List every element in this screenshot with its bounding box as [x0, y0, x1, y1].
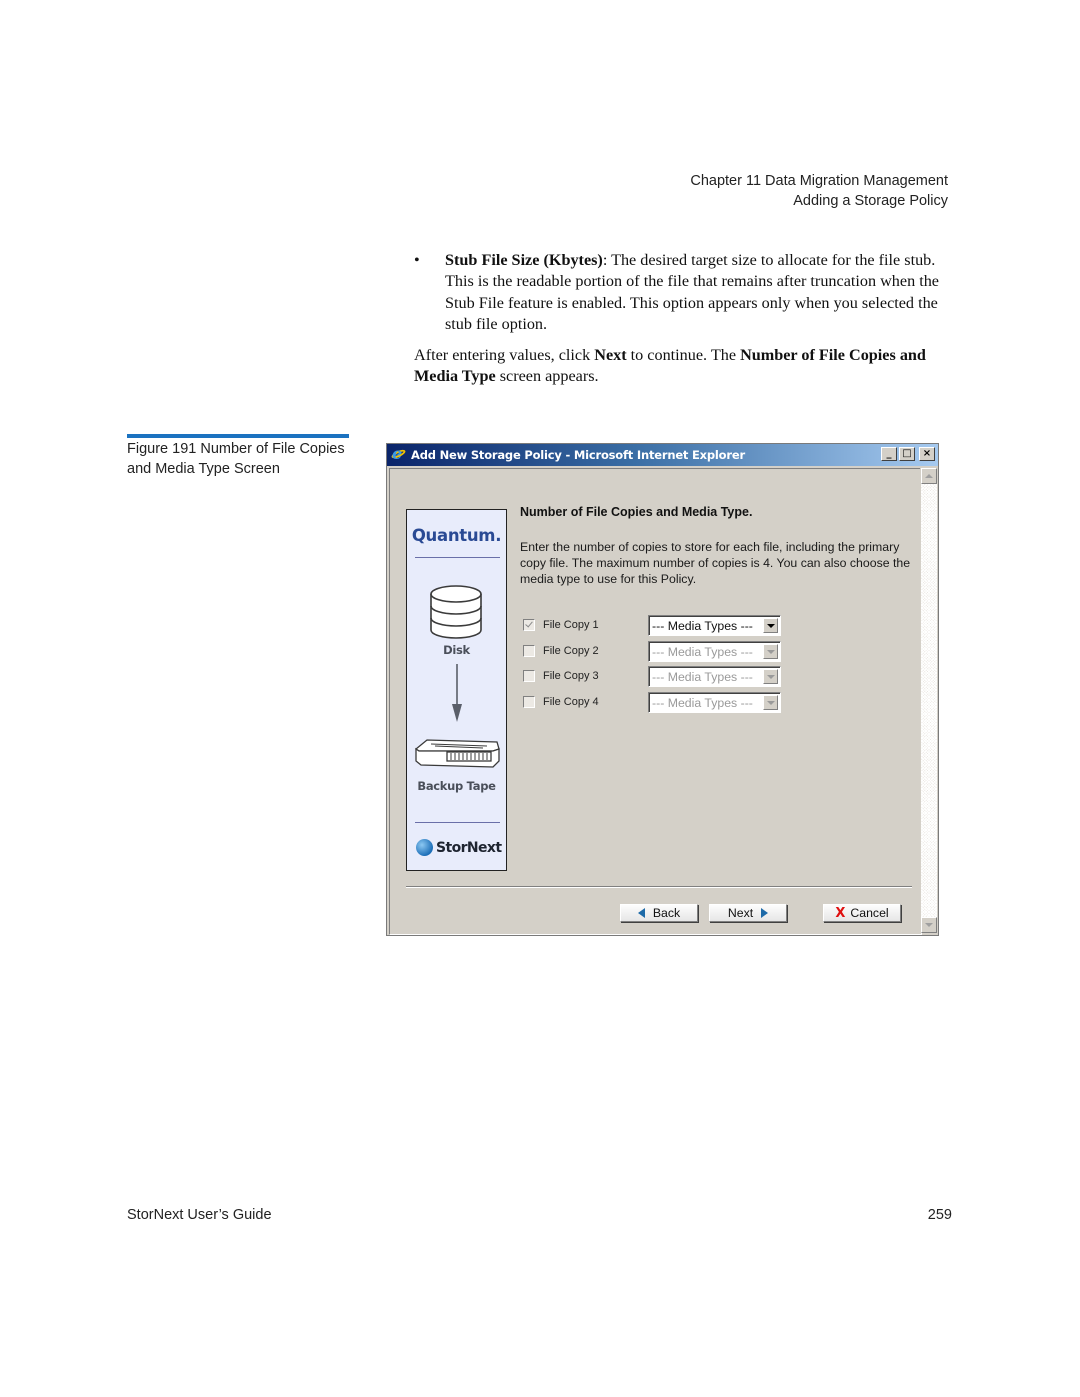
file-copy-2-checkbox[interactable]	[523, 645, 535, 657]
running-header: Chapter 11 Data Migration Management Add…	[690, 172, 948, 211]
para-text: After entering values, click	[414, 346, 595, 364]
button-separator	[406, 886, 912, 888]
caption-rule	[127, 434, 349, 438]
tape-drive-icon	[414, 739, 500, 768]
dropdown-arrow-icon[interactable]	[763, 618, 778, 633]
file-copy-3-label: File Copy 3	[543, 670, 599, 682]
next-label: Next	[727, 906, 754, 920]
stornext-logo: StorNext	[416, 839, 502, 856]
file-copy-1-checkbox[interactable]	[523, 619, 535, 631]
backup-tape-label: Backup Tape	[417, 779, 496, 793]
dialog-description: Enter the number of copies to store for …	[520, 540, 911, 586]
dialog-content: Quantum. Disk Backup Tape StorNext Numbe…	[389, 468, 922, 935]
cancel-x-icon: X	[835, 905, 846, 921]
back-button[interactable]: Back	[620, 904, 698, 922]
wizard-sidebar: Quantum. Disk Backup Tape StorNext	[406, 509, 507, 871]
internet-explorer-icon: e	[390, 444, 407, 463]
file-copy-2-media-select[interactable]: --- Media Types ---	[648, 641, 781, 662]
arrow-down-icon	[452, 664, 462, 722]
file-copy-3-checkbox[interactable]	[523, 670, 535, 682]
file-copy-4-label: File Copy 4	[543, 696, 599, 708]
disk-label: Disk	[443, 643, 470, 657]
window-title: Add New Storage Policy - Microsoft Inter…	[411, 448, 745, 462]
back-arrow-icon	[637, 908, 645, 918]
dropdown-arrow-icon[interactable]	[763, 644, 778, 659]
disk-icon	[430, 585, 482, 639]
globe-icon	[416, 839, 433, 856]
dropdown-arrow-icon[interactable]	[763, 669, 778, 684]
dropdown-arrow-icon[interactable]	[763, 695, 778, 710]
sidebar-divider	[415, 822, 500, 823]
select-value: --- Media Types ---	[652, 618, 753, 633]
file-copy-1-label: File Copy 1	[543, 619, 599, 631]
file-copy-4-media-select[interactable]: --- Media Types ---	[648, 692, 781, 713]
section-title: Adding a Storage Policy	[793, 192, 948, 209]
vertical-scrollbar[interactable]	[920, 468, 937, 933]
file-copy-row-1: File Copy 1	[523, 615, 599, 635]
file-copy-row-3: File Copy 3	[523, 666, 599, 686]
quantum-logo: Quantum.	[411, 526, 502, 545]
select-value: --- Media Types ---	[652, 644, 753, 659]
title-bar[interactable]: e Add New Storage Policy - Microsoft Int…	[387, 444, 938, 466]
file-copy-row-2: File Copy 2	[523, 641, 599, 661]
scroll-down-button[interactable]	[921, 917, 937, 933]
instruction-paragraph: After entering values, click Next to con…	[414, 345, 954, 388]
cancel-label: Cancel	[850, 906, 889, 920]
select-value: --- Media Types ---	[652, 669, 753, 684]
select-value: --- Media Types ---	[652, 695, 753, 710]
para-text: to continue. The	[626, 346, 741, 364]
file-copy-2-label: File Copy 2	[543, 645, 599, 657]
para-next-term: Next	[594, 346, 627, 364]
footer-guide-title: StorNext User’s Guide	[127, 1207, 272, 1223]
dialog-heading: Number of File Copies and Media Type.	[520, 505, 753, 519]
bullet-item: • Stub File Size (Kbytes): The desired t…	[414, 250, 954, 335]
bullet-term: Stub File Size (Kbytes)	[445, 251, 603, 269]
cancel-button[interactable]: X Cancel	[823, 904, 901, 922]
minimize-button[interactable]: _	[881, 447, 897, 461]
scroll-up-button[interactable]	[921, 468, 937, 484]
bullet-symbol: •	[414, 251, 420, 269]
next-button[interactable]: Next	[709, 904, 787, 922]
para-text: screen appears.	[495, 367, 599, 386]
file-copy-1-media-select[interactable]: --- Media Types ---	[648, 615, 781, 636]
file-copy-3-media-select[interactable]: --- Media Types ---	[648, 666, 781, 687]
maximize-button[interactable]: □	[899, 447, 915, 461]
page-number: 259	[927, 1207, 952, 1223]
sidebar-divider	[415, 557, 500, 558]
chapter-title: Chapter 11 Data Migration Management	[690, 173, 948, 189]
figure-caption: Figure 191 Number of File Copies and Med…	[127, 441, 345, 477]
file-copy-row-4: File Copy 4	[523, 692, 599, 712]
close-button[interactable]: ×	[919, 447, 935, 461]
browser-window: e Add New Storage Policy - Microsoft Int…	[386, 443, 939, 936]
stornext-text: StorNext	[436, 839, 502, 856]
next-arrow-icon	[761, 908, 769, 918]
file-copy-4-checkbox[interactable]	[523, 696, 535, 708]
back-label: Back	[652, 906, 681, 920]
